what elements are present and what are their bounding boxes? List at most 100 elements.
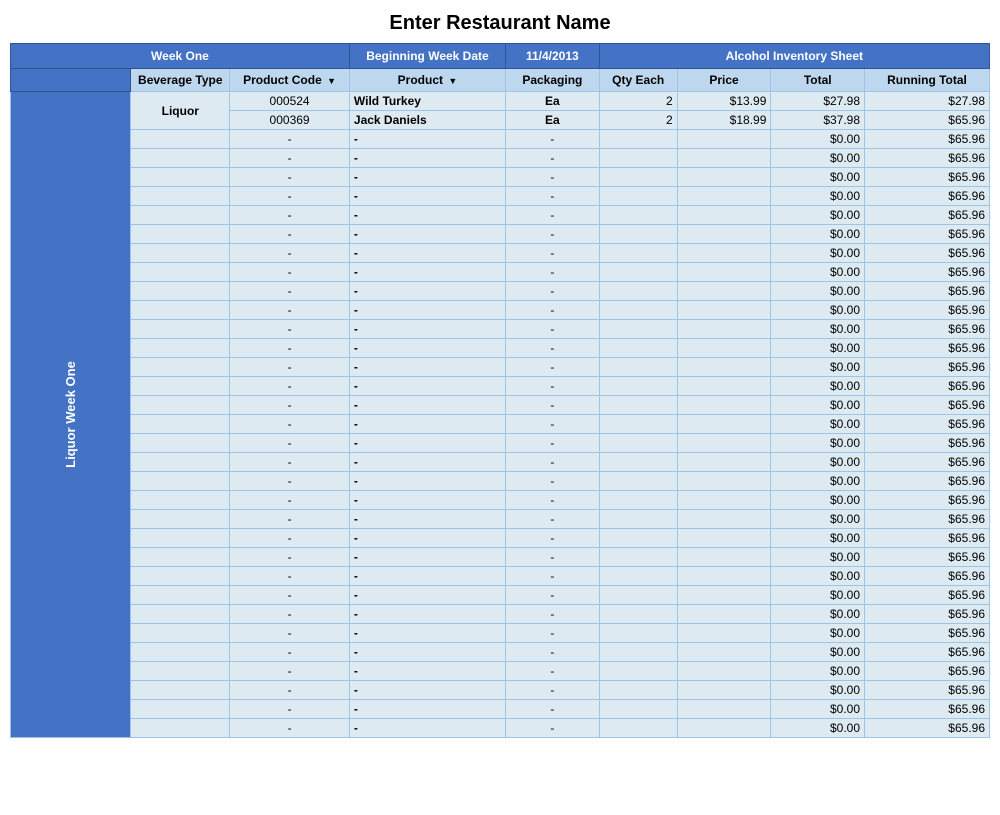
price-cell[interactable] [677,377,771,396]
product-filter-icon[interactable]: ▼ [448,76,457,86]
qty-cell[interactable] [599,377,677,396]
qty-cell[interactable] [599,301,677,320]
product-cell[interactable]: - [349,244,505,263]
col-product-code[interactable]: Product Code ▼ [230,69,350,92]
price-cell[interactable]: $18.99 [677,111,771,130]
packaging-cell[interactable]: - [506,453,600,472]
product-cell[interactable]: Wild Turkey [349,92,505,111]
qty-cell[interactable] [599,586,677,605]
qty-cell[interactable] [599,358,677,377]
price-cell[interactable] [677,624,771,643]
price-cell[interactable] [677,320,771,339]
packaging-cell[interactable]: - [506,358,600,377]
packaging-cell[interactable]: Ea [506,92,600,111]
price-cell[interactable] [677,529,771,548]
packaging-cell[interactable]: - [506,472,600,491]
packaging-cell[interactable]: - [506,567,600,586]
product-code-cell[interactable]: - [230,130,350,149]
packaging-cell[interactable]: - [506,244,600,263]
product-cell[interactable]: - [349,149,505,168]
price-cell[interactable] [677,415,771,434]
product-cell[interactable]: - [349,301,505,320]
product-code-cell[interactable]: - [230,244,350,263]
price-cell[interactable] [677,567,771,586]
packaging-cell[interactable]: - [506,187,600,206]
qty-cell[interactable] [599,320,677,339]
product-code-cell[interactable]: - [230,206,350,225]
product-code-cell[interactable]: - [230,548,350,567]
product-cell[interactable]: - [349,377,505,396]
product-code-cell[interactable]: - [230,586,350,605]
packaging-cell[interactable]: - [506,377,600,396]
product-code-cell[interactable]: - [230,339,350,358]
product-cell[interactable]: - [349,529,505,548]
packaging-cell[interactable]: - [506,434,600,453]
qty-cell[interactable] [599,187,677,206]
product-code-cell[interactable]: - [230,662,350,681]
price-cell[interactable] [677,282,771,301]
product-code-filter-icon[interactable]: ▼ [327,76,336,86]
product-cell[interactable]: - [349,282,505,301]
qty-cell[interactable] [599,339,677,358]
packaging-cell[interactable]: - [506,529,600,548]
qty-cell[interactable] [599,529,677,548]
price-cell[interactable] [677,643,771,662]
price-cell[interactable] [677,225,771,244]
price-cell[interactable] [677,396,771,415]
product-cell[interactable]: - [349,320,505,339]
product-code-cell[interactable]: - [230,510,350,529]
qty-cell[interactable] [599,149,677,168]
packaging-cell[interactable]: - [506,643,600,662]
qty-cell[interactable] [599,225,677,244]
product-code-cell[interactable]: - [230,187,350,206]
product-cell[interactable]: - [349,187,505,206]
price-cell[interactable] [677,719,771,738]
qty-cell[interactable] [599,700,677,719]
qty-cell[interactable] [599,567,677,586]
price-cell[interactable] [677,548,771,567]
product-cell[interactable]: - [349,548,505,567]
price-cell[interactable] [677,510,771,529]
price-cell[interactable] [677,149,771,168]
product-code-cell[interactable]: 000369 [230,111,350,130]
qty-cell[interactable] [599,472,677,491]
price-cell[interactable] [677,434,771,453]
qty-cell[interactable] [599,453,677,472]
product-code-cell[interactable]: - [230,472,350,491]
qty-cell[interactable] [599,282,677,301]
packaging-cell[interactable]: - [506,130,600,149]
product-code-cell[interactable]: - [230,301,350,320]
product-code-cell[interactable]: - [230,719,350,738]
packaging-cell[interactable]: - [506,510,600,529]
packaging-cell[interactable]: - [506,149,600,168]
qty-cell[interactable] [599,168,677,187]
product-cell[interactable]: - [349,358,505,377]
price-cell[interactable] [677,206,771,225]
price-cell[interactable] [677,130,771,149]
qty-cell[interactable] [599,206,677,225]
price-cell[interactable] [677,681,771,700]
product-cell[interactable]: - [349,719,505,738]
qty-cell[interactable] [599,643,677,662]
product-cell[interactable]: - [349,130,505,149]
product-cell[interactable]: - [349,567,505,586]
packaging-cell[interactable]: - [506,624,600,643]
product-cell[interactable]: - [349,624,505,643]
product-code-cell[interactable]: - [230,453,350,472]
packaging-cell[interactable]: - [506,681,600,700]
packaging-cell[interactable]: - [506,605,600,624]
product-code-cell[interactable]: - [230,624,350,643]
qty-cell[interactable] [599,681,677,700]
qty-cell[interactable] [599,491,677,510]
packaging-cell[interactable]: - [506,263,600,282]
price-cell[interactable] [677,605,771,624]
product-code-cell[interactable]: - [230,643,350,662]
product-cell[interactable]: - [349,586,505,605]
product-code-cell[interactable]: - [230,282,350,301]
packaging-cell[interactable]: - [506,320,600,339]
product-cell[interactable]: Jack Daniels [349,111,505,130]
packaging-cell[interactable]: - [506,339,600,358]
qty-cell[interactable]: 2 [599,92,677,111]
packaging-cell[interactable]: - [506,301,600,320]
price-cell[interactable] [677,263,771,282]
